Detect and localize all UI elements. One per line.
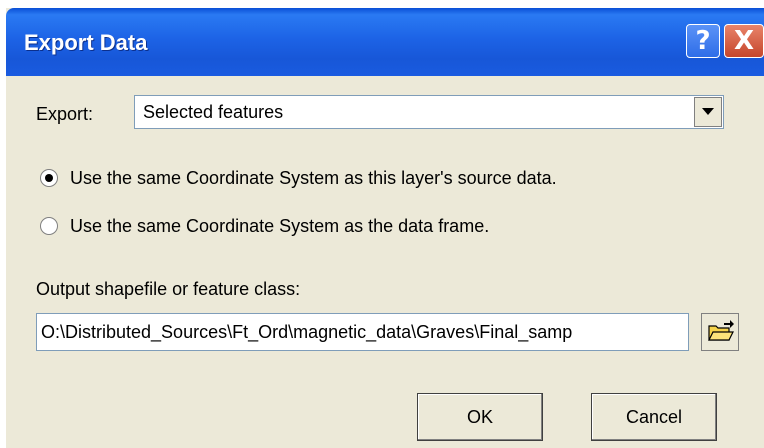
output-label: Output shapefile or feature class: bbox=[36, 279, 301, 299]
ok-button[interactable]: OK bbox=[417, 393, 543, 441]
export-dropdown[interactable]: Selected features bbox=[134, 95, 724, 129]
output-path-value: O:\Distributed_Sources\Ft_Ord\magnetic_d… bbox=[41, 322, 573, 342]
chevron-down-icon bbox=[702, 108, 714, 115]
radio-data-frame[interactable] bbox=[40, 217, 58, 235]
help-button[interactable]: ? bbox=[686, 24, 720, 58]
export-label: Export: bbox=[36, 104, 94, 124]
export-selected-value: Selected features bbox=[143, 102, 284, 122]
browse-button[interactable] bbox=[701, 313, 739, 351]
title-bar: Export Data ? X bbox=[6, 8, 764, 76]
dropdown-button[interactable] bbox=[694, 97, 722, 127]
output-path-input[interactable]: O:\Distributed_Sources\Ft_Ord\magnetic_d… bbox=[36, 313, 689, 351]
radio-source-data[interactable] bbox=[40, 169, 58, 187]
cancel-button[interactable]: Cancel bbox=[591, 393, 717, 441]
close-button[interactable]: X bbox=[724, 24, 764, 58]
radio-source-data-label[interactable]: Use the same Coordinate System as this l… bbox=[70, 168, 557, 189]
export-data-dialog: Export Data ? X Export: Selected feature… bbox=[6, 8, 764, 448]
radio-data-frame-label[interactable]: Use the same Coordinate System as the da… bbox=[70, 216, 489, 237]
folder-open-icon bbox=[708, 320, 734, 341]
dialog-title: Export Data bbox=[24, 30, 148, 55]
